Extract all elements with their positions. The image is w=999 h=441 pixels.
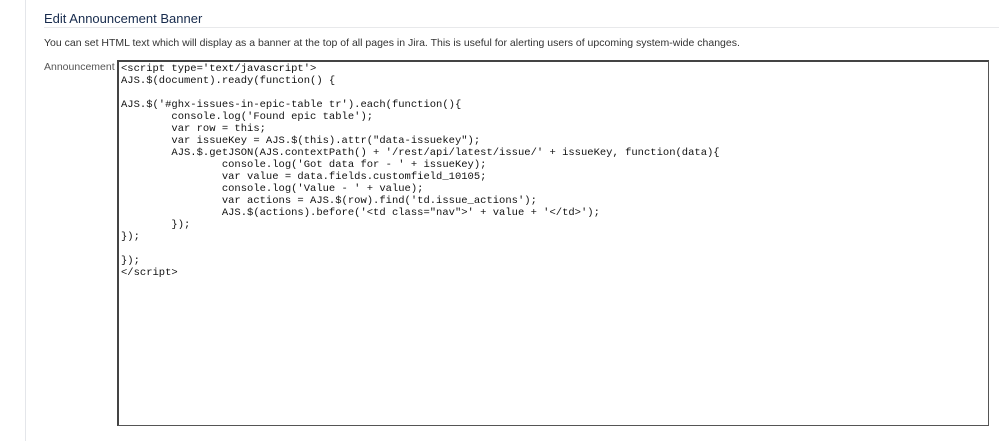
- title-divider: [44, 27, 999, 28]
- left-divider: [25, 0, 26, 441]
- announcement-textarea[interactable]: <script type='text/javascript'> AJS.$(do…: [117, 60, 989, 426]
- page-description: You can set HTML text which will display…: [44, 37, 740, 49]
- page-title: Edit Announcement Banner: [44, 11, 203, 26]
- announcement-label: Announcement: [44, 61, 115, 73]
